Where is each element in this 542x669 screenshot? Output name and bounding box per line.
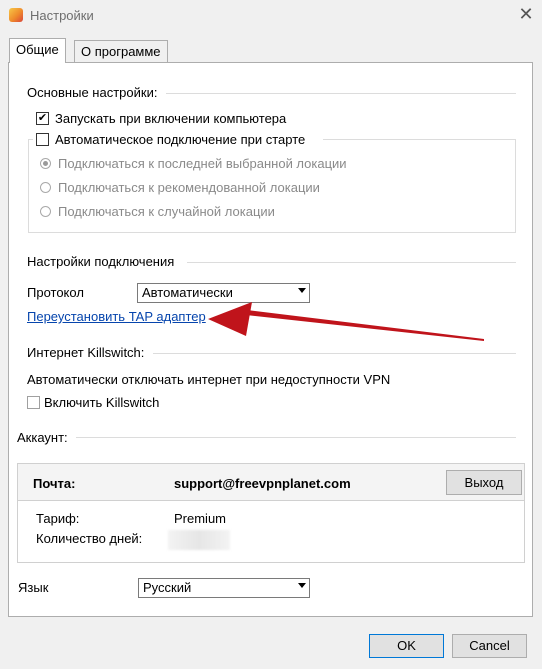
autoconnect-checkbox[interactable] — [36, 133, 49, 146]
language-label: Язык — [18, 580, 49, 595]
divider — [76, 437, 516, 438]
radio-last-location[interactable] — [40, 158, 51, 169]
chevron-down-icon — [298, 288, 306, 293]
days-label: Количество дней: — [36, 531, 143, 546]
plan-label: Тариф: — [36, 511, 80, 526]
startup-checkbox[interactable]: ✔ — [36, 112, 49, 125]
email-value: support@freevpnplanet.com — [174, 476, 351, 491]
app-logo-icon — [9, 8, 23, 22]
killswitch-label: Включить Killswitch — [44, 395, 160, 410]
protocol-label: Протокол — [27, 285, 84, 300]
protocol-select-value: Автоматически — [142, 285, 233, 300]
ok-button[interactable]: OK — [369, 634, 444, 658]
divider — [187, 262, 516, 263]
language-select-value: Русский — [143, 580, 192, 595]
reinstall-tap-link[interactable]: Переустановить TAP адаптер — [27, 309, 206, 324]
annotation-arrow-head — [208, 302, 252, 336]
radio-random-location-label: Подключаться к случайной локации — [58, 204, 275, 219]
days-value-redacted — [168, 530, 230, 550]
window-title: Настройки — [30, 8, 94, 23]
cancel-button[interactable]: Cancel — [452, 634, 527, 658]
killswitch-heading: Интернет Killswitch: — [27, 345, 145, 360]
startup-label: Запускать при включении компьютера — [55, 111, 287, 126]
connection-settings-heading: Настройки подключения — [27, 254, 175, 269]
plan-value: Premium — [174, 511, 227, 526]
radio-recommended-location[interactable] — [40, 182, 51, 193]
logout-button[interactable]: Выход — [446, 470, 522, 495]
annotation-arrow-icon — [208, 302, 484, 341]
email-label: Почта: — [33, 476, 76, 491]
chevron-down-icon — [298, 583, 306, 588]
account-heading: Аккаунт: — [17, 430, 68, 445]
tab-about[interactable]: О программе — [74, 40, 168, 62]
tab-general[interactable]: Общие — [9, 38, 66, 63]
autoconnect-label: Автоматическое подключение при старте — [55, 132, 306, 147]
close-icon[interactable]: ✕ — [514, 2, 538, 26]
radio-last-location-label: Подключаться к последней выбранной локац… — [58, 156, 347, 171]
killswitch-description: Автоматически отключать интернет при нед… — [27, 372, 391, 387]
divider — [166, 93, 516, 94]
radio-random-location[interactable] — [40, 206, 51, 217]
killswitch-checkbox[interactable] — [27, 396, 40, 409]
radio-recommended-location-label: Подключаться к рекомендованной локации — [58, 180, 320, 195]
annotation-arrow-shaft — [246, 310, 484, 341]
language-select[interactable]: Русский — [138, 578, 310, 598]
general-settings-heading: Основные настройки: — [27, 85, 158, 100]
